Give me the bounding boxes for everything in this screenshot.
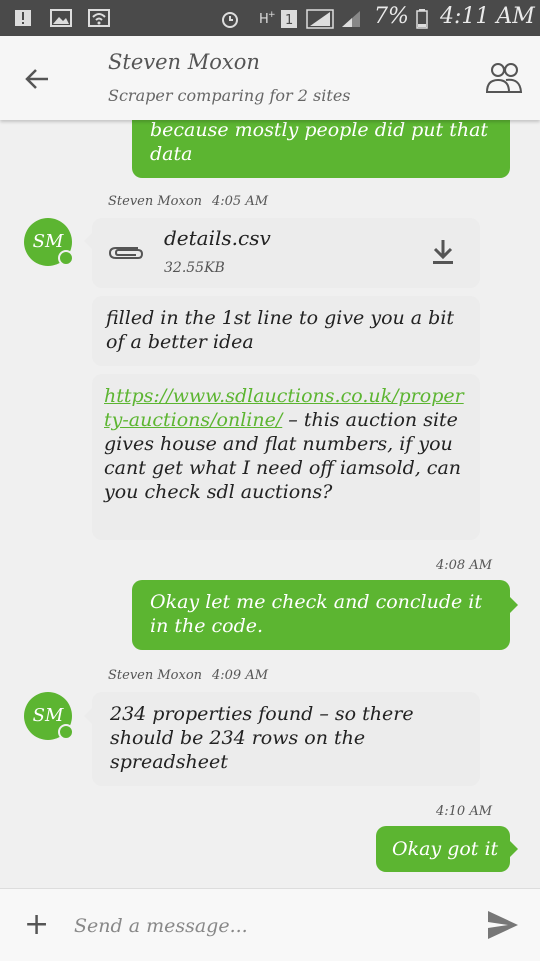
avatar[interactable]: SM [24, 218, 74, 266]
sender-name: Steven Moxon [108, 194, 203, 209]
battery-icon [416, 9, 428, 29]
message-composer: + [0, 888, 540, 961]
svg-text:1: 1 [285, 13, 293, 28]
h-plus-icon: H + [259, 10, 276, 27]
sim-1-icon: 1 [281, 10, 297, 28]
bubble-tail [84, 708, 92, 724]
incoming-message[interactable]: https://www.sdlauctions.co.uk/property-a… [92, 374, 480, 540]
bubble-tail [510, 597, 518, 613]
outgoing-message[interactable]: because mostly people did put that data [132, 120, 510, 178]
message-text: Okay let me check and conclude it in the… [150, 591, 482, 637]
alert-icon [15, 10, 31, 26]
clock: 4:11 AM [440, 4, 535, 29]
file-name: details.csv [164, 226, 271, 250]
signal-2-icon [342, 11, 360, 27]
incoming-message[interactable]: filled in the 1st line to give you a bit… [92, 296, 480, 366]
contact-name: Steven Moxon [108, 50, 260, 74]
message-text: filled in the 1st line to give you a bit… [106, 307, 455, 353]
message-text: because mostly people did put that data [150, 120, 489, 165]
avatar[interactable]: SM [24, 692, 74, 740]
bubble-tail [84, 233, 92, 249]
message-time: 4:09 AM [212, 668, 269, 683]
message-time: 4:05 AM [212, 194, 269, 209]
file-size: 32.55KB [164, 260, 225, 276]
outgoing-message[interactable]: Okay got it [376, 826, 510, 872]
people-icon[interactable] [484, 58, 524, 98]
svg-text:+: + [268, 10, 276, 20]
avatar-initials: SM [32, 705, 64, 726]
bubble-tail [510, 841, 518, 857]
sender-name: Steven Moxon [108, 668, 203, 683]
conversation-subtitle: Scraper comparing for 2 sites [108, 86, 351, 105]
message-input[interactable] [74, 911, 464, 941]
file-attachment[interactable]: details.csv 32.55KB [92, 218, 480, 288]
battery-percent: 7% [374, 4, 409, 29]
outgoing-message[interactable]: Okay let me check and conclude it in the… [132, 580, 510, 650]
incoming-message[interactable]: 234 properties found – so there should b… [92, 692, 480, 786]
avatar-initials: SM [32, 231, 64, 252]
image-icon [50, 9, 72, 27]
download-icon[interactable] [430, 238, 456, 266]
message-text: 234 properties found – so there should b… [110, 703, 414, 773]
add-attachment-icon[interactable]: + [24, 910, 49, 940]
signal-icon [306, 9, 334, 29]
online-status-dot [58, 250, 74, 266]
message-time: 4:08 AM [436, 558, 493, 573]
back-arrow-icon[interactable] [20, 62, 54, 96]
message-list[interactable]: because mostly people did put that data … [0, 120, 540, 888]
paperclip-icon [108, 247, 144, 259]
online-status-dot [58, 724, 74, 740]
alarm-icon [222, 12, 238, 28]
status-bar: H + 1 7% 4:11 AM [0, 0, 540, 36]
message-text: Okay got it [392, 838, 499, 860]
conversation-header: Steven Moxon Scraper comparing for 2 sit… [0, 36, 540, 120]
wifi-icon [88, 9, 110, 27]
message-time: 4:10 AM [436, 804, 493, 819]
send-icon[interactable] [486, 909, 520, 941]
